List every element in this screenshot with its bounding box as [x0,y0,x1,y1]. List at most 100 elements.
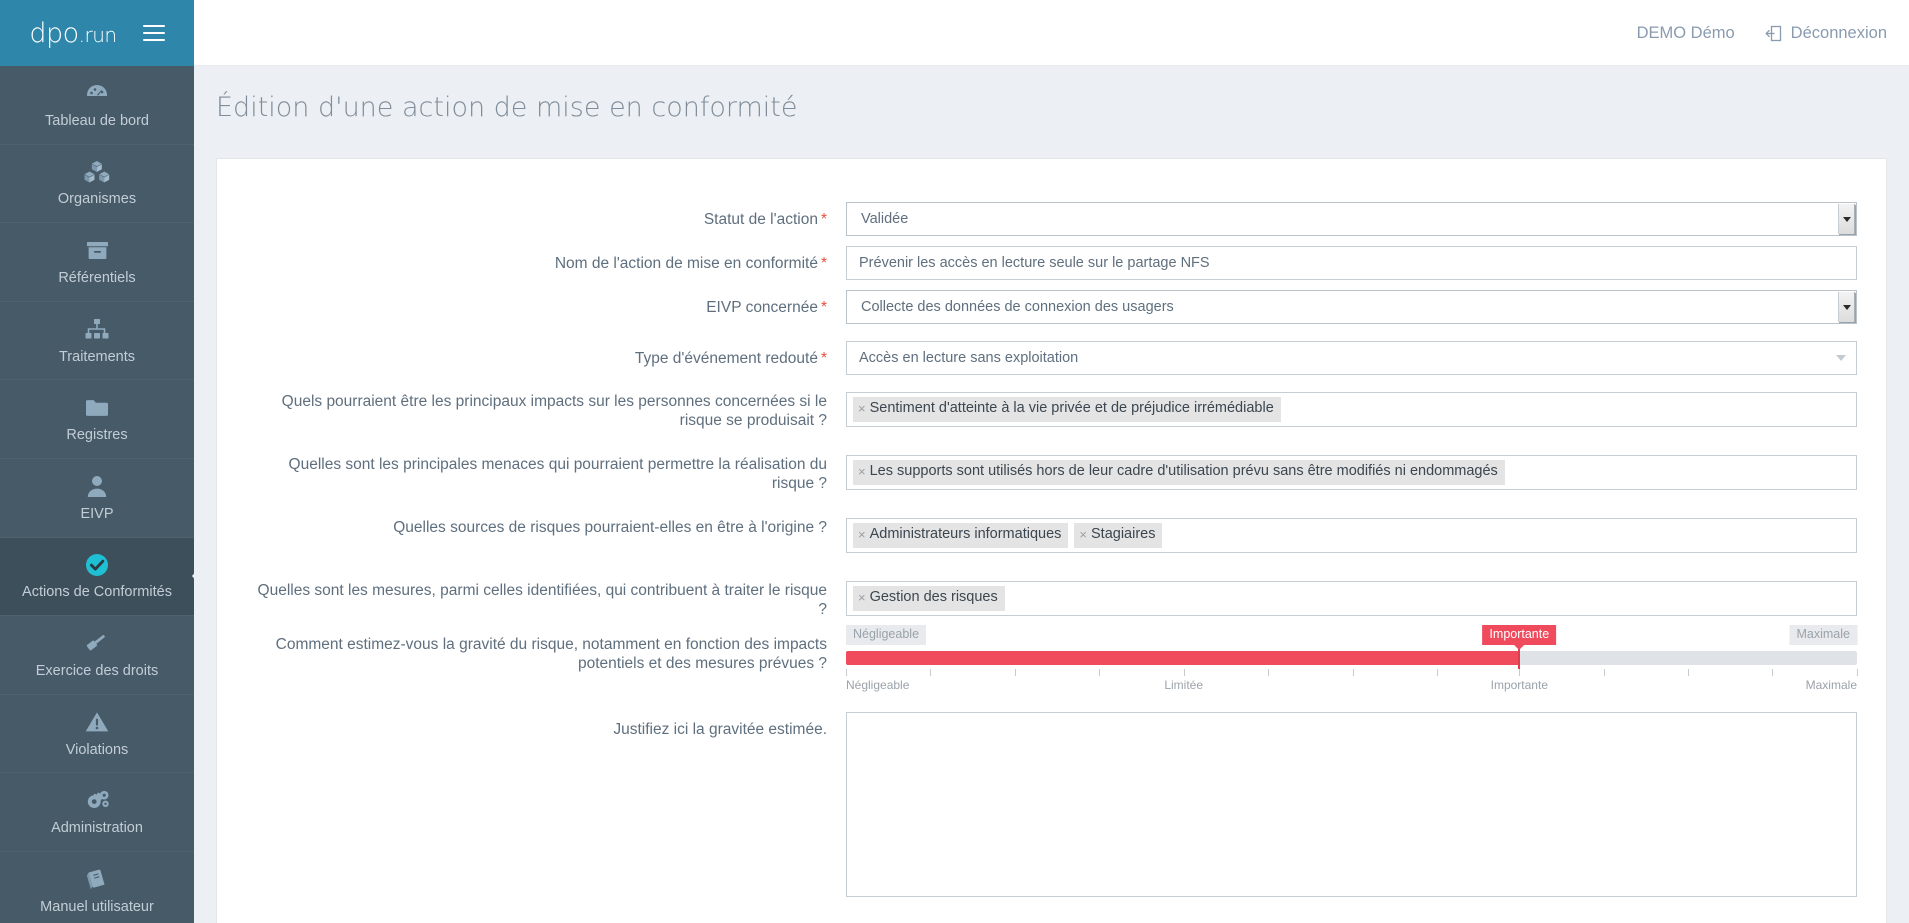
label-justification: Justifiez ici la gravitée estimée. [613,721,827,738]
select-eivp[interactable]: Collecte des données de connexion des us… [846,290,1857,324]
tag-item[interactable]: × Sentiment d'atteinte à la vie privée et… [853,397,1281,422]
folder-icon [84,394,110,421]
chevron-down-icon[interactable] [1838,292,1855,322]
logout-button[interactable]: Déconnexion [1764,23,1887,43]
sidebar-item-r-f-rentiels[interactable]: Référentiels [0,223,194,302]
user-label[interactable]: DEMO Démo [1637,24,1735,43]
slider-tick [1436,669,1438,676]
slider-tick [1688,669,1690,676]
slider-tick [1183,669,1185,676]
boxes-icon [83,158,111,185]
label-statut: Statut de l'action * [247,210,827,229]
control-justification [846,712,1857,902]
sitemap-icon [84,316,110,343]
required-marker: * [820,211,827,228]
top-bar: dpo.run DEMO Démo Déconnexion [0,0,1909,66]
sidebar-item-traitements[interactable]: Traitements [0,302,194,381]
slider-tick [1857,669,1858,676]
multiselect-sources[interactable]: × Administrateurs informatiques × Stagiair… [846,518,1857,553]
sidebar-item-manuel-utilisateur[interactable]: Manuel utilisateur [0,852,194,923]
sidebar-item-organismes[interactable]: Organismes [0,145,194,224]
sidebar-item-label: Violations [65,741,129,758]
multiselect-menaces[interactable]: × Les supports sont utilisés hors de leur… [846,455,1857,490]
app-logo[interactable]: dpo.run [29,17,117,49]
app-logo-text: dpo [29,17,79,49]
control-nom-action [846,246,1857,280]
label-impacts: Quels pourraient être les principaux imp… [281,393,827,430]
input-nom-action[interactable] [846,246,1857,280]
select-type-evenement[interactable]: Accès en lecture sans exploitation [846,341,1857,375]
select-statut[interactable]: Validée [846,202,1857,236]
control-impacts: × Sentiment d'atteinte à la vie privée et… [846,392,1857,427]
slider-scale-label: Importante [1490,678,1548,692]
multiselect-impacts[interactable]: × Sentiment d'atteinte à la vie privée et… [846,392,1857,427]
tag-label: Stagiaires [1091,526,1156,542]
user-icon [86,473,108,500]
sidebar-item-label: Manuel utilisateur [40,898,154,915]
required-marker: * [820,255,827,272]
sidebar-item-label: Registres [66,427,128,444]
slider-tooltip-max: Maximale [1789,625,1857,645]
sidebar-item-label: Tableau de bord [45,112,149,129]
sidebar-item-tableau-de-bord[interactable]: Tableau de bord [0,66,194,145]
gravity-slider[interactable]: Négligeable Importante Maximale Négligeable… [846,625,1858,692]
chevron-down-icon[interactable] [1838,204,1855,234]
main-content: Édition d'une action de mise en conformi… [194,66,1909,923]
select-statut-value: Validée [861,211,909,227]
slider-track[interactable] [846,651,1857,665]
tag-label: Les supports sont utilisés hors de leur … [869,463,1498,479]
remove-tag-icon[interactable]: × [858,589,866,607]
slider-tick [1268,669,1270,676]
form-panel: Statut de l'action * Validée Nom de l'act… [216,158,1887,923]
sidebar-item-exercice-des-droits[interactable]: Exercice des droits [0,616,194,695]
tag-label: Sentiment d'atteinte à la vie privée et … [869,400,1274,416]
dashboard-icon [84,80,110,107]
tag-item[interactable]: × Les supports sont utilisés hors de leur… [853,460,1505,485]
sidebar-item-label: Actions de Conformités [22,584,172,601]
chevron-down-icon[interactable] [1836,355,1846,361]
slider-tooltip-min: Négligeable [846,625,927,645]
archive-icon [85,237,110,264]
sidebar-item-administration[interactable]: Administration [0,773,194,852]
select-eivp-value: Collecte des données de connexion des us… [861,299,1174,315]
label-eivp-text: EIVP concernée [706,299,818,316]
slider-handle[interactable] [1518,647,1521,669]
multiselect-mesures[interactable]: × Gestion des risques [846,581,1857,616]
control-statut: Validée [846,202,1857,236]
label-statut-text: Statut de l'action [703,211,818,228]
remove-tag-icon[interactable]: × [858,400,866,418]
tag-item[interactable]: × Administrateurs informatiques [853,523,1069,548]
sidebar-item-label: Organismes [57,191,137,208]
remove-tag-icon[interactable]: × [1079,526,1087,544]
slider-tooltip-selected: Importante [1482,625,1557,645]
top-bar-actions: DEMO Démo Déconnexion [1637,0,1887,66]
select-type-evenement-value: Accès en lecture sans exploitation [859,350,1079,366]
required-marker: * [820,299,827,316]
slider-tick [1099,669,1101,676]
tag-item[interactable]: × Gestion des risques [853,586,1005,611]
control-sources: × Administrateurs informatiques × Stagiair… [846,518,1857,553]
logout-label: Déconnexion [1790,23,1887,42]
sidebar-item-registres[interactable]: Registres [0,380,194,459]
sidebar-item-violations[interactable]: Violations [0,695,194,774]
remove-tag-icon[interactable]: × [858,526,866,544]
sidebar-item-actions-de-conformit-s[interactable]: Actions de Conformités [0,537,194,617]
label-nom-action: Nom de l'action de mise en conformité * [247,254,827,273]
sidebar-item-label: Traitements [58,348,135,365]
required-marker: * [820,350,827,367]
logout-icon [1764,25,1782,42]
slider-tick [846,669,847,676]
tag-label: Gestion des risques [869,589,998,605]
sidebar-item-eivp[interactable]: EIVP [0,459,194,538]
brand-header: dpo.run [0,0,194,66]
warning-icon [84,709,110,736]
tag-item[interactable]: × Stagiaires [1074,523,1163,548]
slider-tick [1772,669,1774,676]
label-type-evenement: Type d'événement redouté * [247,349,827,368]
user-label-text: DEMO Démo [1636,23,1735,42]
remove-tag-icon[interactable]: × [858,463,866,481]
hamburger-icon[interactable] [142,25,165,41]
app-logo-suffix: .run [78,22,117,47]
textarea-justification[interactable] [846,712,1857,897]
slider-tick [1352,669,1354,676]
